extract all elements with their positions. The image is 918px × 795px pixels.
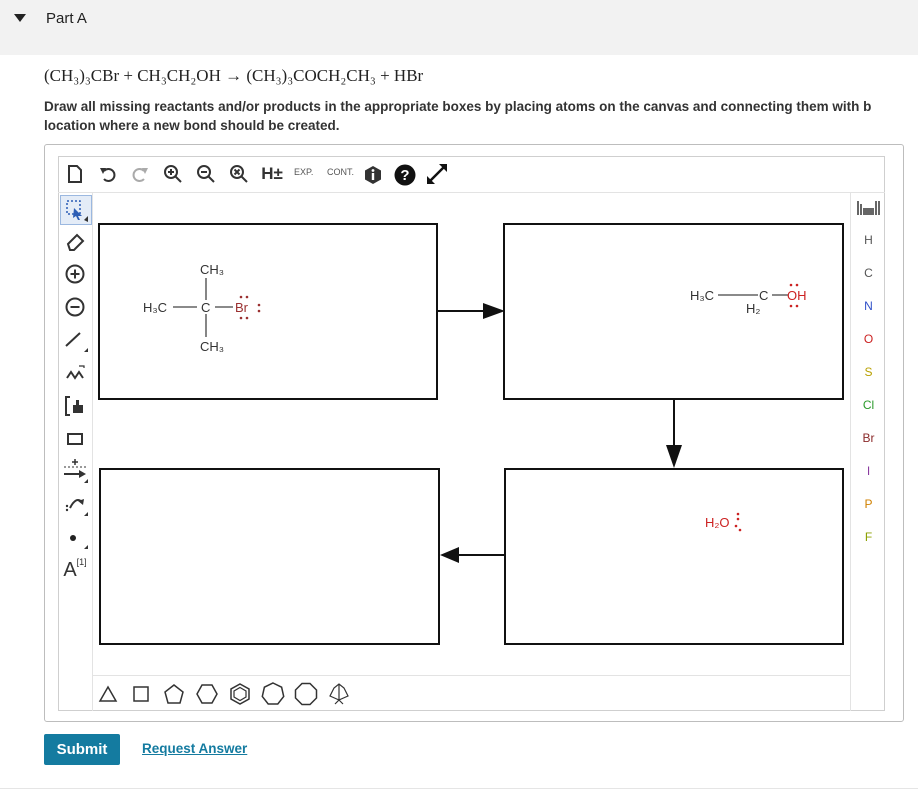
eraser-icon[interactable] — [62, 228, 88, 254]
mol1-bottom-group[interactable]: CH₃ — [200, 339, 224, 354]
rectangle-selection-icon[interactable] — [62, 426, 88, 452]
left-toolbar: A [1] — [58, 193, 93, 711]
cyclobutane-icon[interactable] — [128, 681, 154, 707]
template-bracket-icon[interactable] — [62, 393, 88, 419]
curved-arrow-icon[interactable] — [62, 490, 88, 516]
collapse-caret-icon[interactable] — [13, 13, 27, 23]
cyclohexane-icon[interactable] — [194, 681, 220, 707]
mol1-left-group[interactable]: H₃C — [143, 300, 167, 315]
request-answer-link[interactable]: Request Answer — [142, 741, 247, 756]
right-toolbar: H C N O S Cl Br I P F — [850, 193, 885, 711]
element-f-button[interactable]: F — [851, 530, 886, 544]
water-lone-pair-icon — [734, 512, 742, 532]
new-document-icon[interactable] — [62, 161, 88, 187]
element-p-button[interactable]: P — [851, 497, 886, 511]
mol3-water[interactable]: H₂O — [705, 512, 742, 532]
hydrogen-toggle-button[interactable]: H± — [259, 161, 285, 187]
reaction-arrow-icon[interactable] — [62, 457, 88, 483]
element-n-button[interactable]: N — [851, 299, 886, 313]
mol1-center-carbon[interactable]: C — [201, 300, 210, 315]
bromine-lone-pair-icon — [257, 303, 261, 313]
decrease-charge-icon[interactable] — [62, 294, 88, 320]
element-s-button[interactable]: S — [851, 365, 886, 379]
mol1-top-group[interactable]: CH₃ — [200, 262, 224, 277]
text-tool-label: A — [63, 558, 77, 581]
element-i-button[interactable]: I — [851, 464, 886, 478]
text-tool-superscript: [1] — [76, 557, 87, 567]
oxygen-lone-pair-bottom-icon — [789, 304, 799, 308]
zoom-out-icon[interactable] — [193, 161, 219, 187]
part-header: Part A — [0, 0, 918, 55]
redo-icon[interactable] — [127, 161, 153, 187]
periodic-table-icon[interactable] — [855, 195, 881, 221]
benzene-icon[interactable] — [227, 681, 253, 707]
bottom-toolbar — [93, 675, 850, 711]
box-product-2[interactable] — [504, 468, 844, 645]
svg-text:?: ? — [400, 167, 409, 184]
bicyclic-template-icon[interactable] — [326, 681, 352, 707]
instructions-line-2: location where a new bond should be crea… — [44, 118, 340, 133]
expand-button[interactable]: EXP. — [294, 167, 313, 177]
arrow-down-head — [666, 445, 682, 468]
help-icon[interactable]: ? — [392, 162, 418, 188]
part-title: Part A — [46, 10, 87, 27]
mol3-water-label: H₂O — [705, 515, 730, 530]
info-icon[interactable] — [360, 162, 386, 188]
increase-charge-icon[interactable] — [62, 261, 88, 287]
cyclopropane-icon[interactable] — [95, 681, 121, 707]
oxygen-lone-pair-top-icon — [789, 283, 799, 287]
reaction-equation: (CH₃)₃CBr + CH₃CH₂OH → (CH₃)₃COCH₂CH₃ + … — [44, 66, 424, 85]
mol2-center-hydrogens: H₂ — [746, 301, 761, 316]
lone-pair-dot-icon[interactable] — [62, 523, 88, 549]
mol2-hydroxyl-label: OH — [787, 288, 807, 303]
mol2-hydroxyl[interactable]: OH — [787, 283, 807, 308]
mol1-bromine-label: Br — [235, 300, 248, 315]
single-bond-icon[interactable] — [62, 327, 88, 353]
submit-button[interactable]: Submit — [44, 734, 120, 765]
cyclopentane-icon[interactable] — [161, 681, 187, 707]
divider — [0, 788, 918, 789]
select-tool-icon[interactable] — [60, 195, 92, 225]
bromine-lone-pair-top-icon — [239, 295, 249, 299]
contract-button[interactable]: CONT. — [327, 167, 354, 177]
cyclooctane-icon[interactable] — [293, 681, 319, 707]
drawing-canvas[interactable]: CH₃ H₃C C Br CH₃ H₃C C H₂ OH H₂O — [93, 193, 850, 675]
instructions-line-1: Draw all missing reactants and/or produc… — [44, 99, 872, 114]
undo-icon[interactable] — [95, 161, 121, 187]
element-c-button[interactable]: C — [851, 266, 886, 280]
text-tool-icon[interactable]: A [1] — [60, 556, 90, 584]
bromine-lone-pair-bottom-icon — [239, 316, 249, 320]
element-o-button[interactable]: O — [851, 332, 886, 346]
arrow-left-head — [440, 547, 459, 563]
zoom-reset-icon[interactable] — [226, 161, 252, 187]
element-h-button[interactable]: H — [851, 233, 886, 247]
cycloheptane-icon[interactable] — [260, 681, 286, 707]
box-product-1[interactable] — [99, 468, 440, 645]
mol1-bromine[interactable]: Br — [235, 295, 261, 320]
arrow-right-head — [483, 303, 505, 319]
element-cl-button[interactable]: Cl — [851, 398, 886, 412]
fullscreen-icon[interactable] — [424, 161, 450, 187]
top-toolbar: H± EXP. CONT. ? — [58, 157, 885, 193]
instructions: Draw all missing reactants and/or produc… — [44, 97, 918, 135]
chain-tool-icon[interactable] — [62, 360, 88, 386]
element-br-button[interactable]: Br — [851, 431, 886, 445]
zoom-in-icon[interactable] — [160, 161, 186, 187]
mol2-left-group[interactable]: H₃C — [690, 288, 714, 303]
